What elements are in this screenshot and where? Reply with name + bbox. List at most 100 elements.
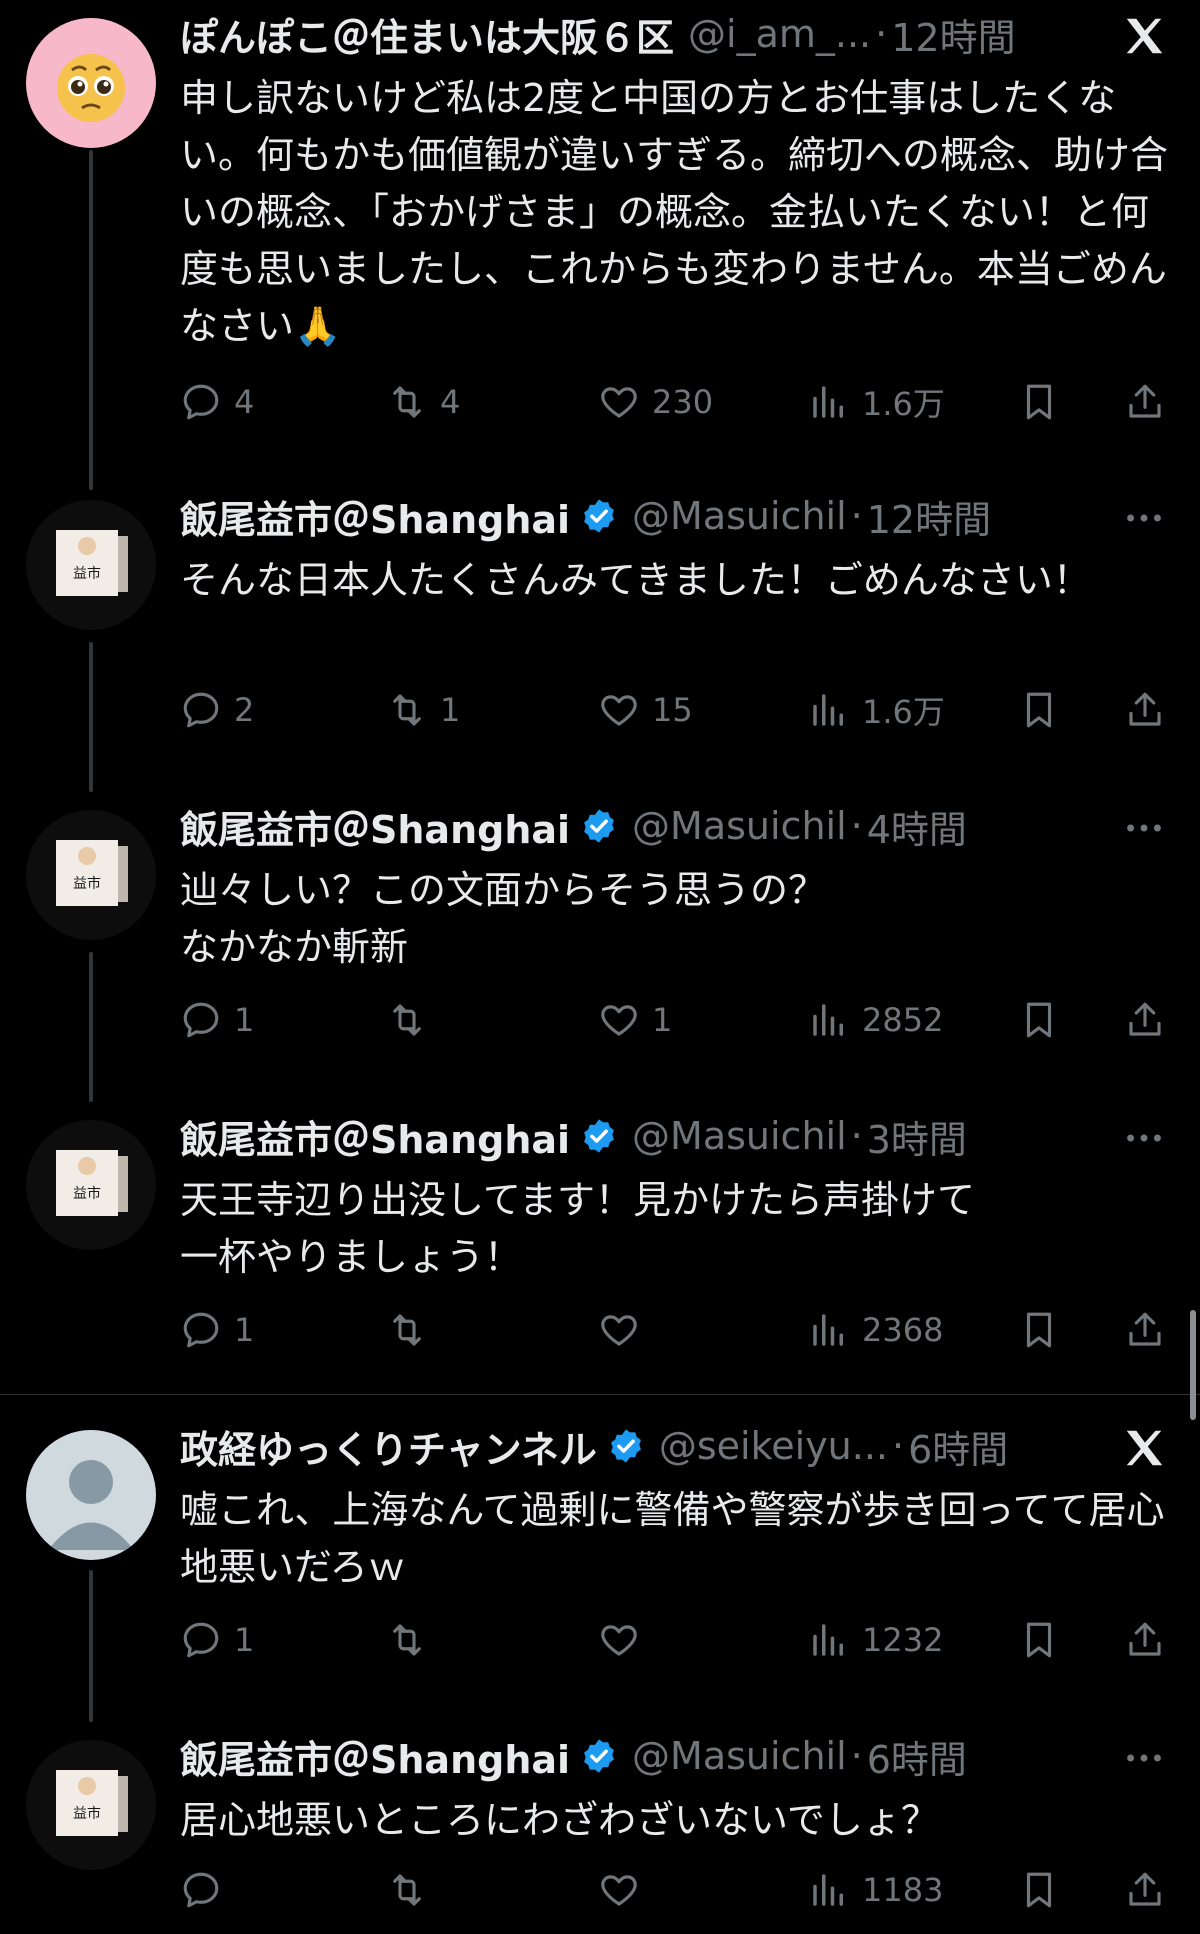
avatar[interactable]: 益市 (26, 500, 156, 630)
timestamp[interactable]: 12時間 (867, 489, 991, 544)
reply-button[interactable]: 1 (180, 1300, 254, 1360)
tweet-text: そんな日本人たくさんみてきました！ごめんなさい！ (180, 558, 1091, 602)
reply-icon (183, 1312, 219, 1348)
retweet-button[interactable] (386, 1860, 440, 1920)
bookmark-button[interactable] (1018, 990, 1060, 1050)
like-button[interactable]: 230 (598, 372, 713, 432)
more-icon[interactable] (1116, 490, 1172, 546)
retweet-icon (393, 1314, 421, 1346)
author-name[interactable]: ぽんぽこ＠住まいは大阪６区 (180, 7, 674, 62)
views-button[interactable]: 1.6万 (808, 372, 945, 432)
bookmark-icon (1026, 1622, 1052, 1658)
views-button[interactable]: 1232 (808, 1610, 943, 1670)
tweet-text: 申し訳ないけど私は2度と中国の方とお仕事はしたくない。何もかも価値観が違いすぎる… (180, 76, 1169, 348)
more-icon[interactable] (1116, 800, 1172, 856)
author-handle[interactable]: @Masuichil (632, 804, 847, 848)
views-icon (813, 1314, 843, 1346)
like-button[interactable]: 15 (598, 680, 693, 740)
share-button[interactable] (1124, 372, 1166, 432)
tweet-6[interactable]: 益市 飯尾益市＠Shanghai @Masuichil · 6時間 居心地悪いと… (0, 1722, 1200, 1934)
views-button[interactable]: 1183 (808, 1860, 943, 1920)
like-button[interactable]: 1 (598, 990, 672, 1050)
sign-label: 益市 (73, 565, 101, 582)
separator-dot: · (850, 494, 863, 538)
x-logo-icon[interactable] (1116, 8, 1172, 64)
retweet-button[interactable]: 4 (386, 372, 460, 432)
avatar[interactable] (26, 1430, 156, 1560)
retweet-button[interactable] (386, 1610, 440, 1670)
views-button[interactable]: 2852 (808, 990, 943, 1050)
timestamp[interactable]: 12時間 (891, 7, 1015, 62)
retweet-count: 1 (440, 691, 461, 729)
retweet-icon (393, 1624, 421, 1656)
reply-button[interactable] (180, 1860, 234, 1920)
avatar[interactable]: 益市 (26, 1120, 156, 1250)
reply-button[interactable]: 1 (180, 990, 254, 1050)
tweet-3[interactable]: 益市 飯尾益市＠Shanghai @Masuichil · 4時間 辿々しい？こ… (0, 792, 1200, 1102)
author-handle[interactable]: @Masuichil (632, 1734, 847, 1778)
author-name[interactable]: 政経ゆっくりチャンネル (180, 1419, 597, 1474)
heart-icon (601, 387, 637, 418)
avatar[interactable] (26, 18, 156, 148)
author-name[interactable]: 飯尾益市＠Shanghai (180, 489, 570, 544)
tweet-4[interactable]: 益市 飯尾益市＠Shanghai @Masuichil · 3時間 天王寺辺り出… (0, 1102, 1200, 1392)
author-handle[interactable]: @seikeiyu... (659, 1424, 888, 1468)
more-icon[interactable] (1116, 1110, 1172, 1166)
scrollbar[interactable] (1190, 1310, 1196, 1420)
reply-count: 1 (234, 1001, 255, 1039)
share-button[interactable] (1124, 1610, 1166, 1670)
heart-icon (601, 695, 637, 726)
verified-badge-icon (584, 499, 614, 533)
separator-dot: · (850, 804, 863, 848)
author-name[interactable]: 飯尾益市＠Shanghai (180, 1109, 570, 1164)
separator-dot: · (875, 12, 888, 56)
author-handle[interactable]: @Masuichil (632, 1114, 847, 1158)
tweet-5[interactable]: 政経ゆっくりチャンネル @seikeiyu... · 6時間 嘘これ、上海なんて… (0, 1412, 1200, 1722)
author-name[interactable]: 飯尾益市＠Shanghai (180, 799, 570, 854)
timestamp[interactable]: 6時間 (908, 1419, 1008, 1474)
author-name[interactable]: 飯尾益市＠Shanghai (180, 1729, 570, 1784)
avatar[interactable]: 益市 (26, 810, 156, 940)
thread-divider (0, 1394, 1200, 1395)
like-button[interactable] (598, 1300, 652, 1360)
author-handle[interactable]: @Masuichil (632, 494, 847, 538)
avatar[interactable]: 益市 (26, 1740, 156, 1870)
timestamp[interactable]: 6時間 (867, 1729, 967, 1784)
tweet-2[interactable]: 益市 飯尾益市＠Shanghai @Masuichil · 12時間 そんな日本… (0, 482, 1200, 792)
heart-icon (601, 1875, 637, 1906)
author-handle[interactable]: @i_am_... (688, 12, 871, 56)
share-button[interactable] (1124, 990, 1166, 1050)
reply-button[interactable]: 1 (180, 1610, 254, 1670)
views-icon (813, 1874, 843, 1906)
separator-dot: · (892, 1424, 905, 1468)
share-button[interactable] (1124, 1300, 1166, 1360)
reply-button[interactable]: 4 (180, 372, 254, 432)
timestamp[interactable]: 4時間 (867, 799, 967, 854)
like-button[interactable] (598, 1610, 652, 1670)
reply-button[interactable]: 2 (180, 680, 254, 740)
like-button[interactable] (598, 1860, 652, 1920)
views-button[interactable]: 1.6万 (808, 680, 945, 740)
x-logo-icon[interactable] (1116, 1420, 1172, 1476)
bookmark-button[interactable] (1018, 1610, 1060, 1670)
tweet-1[interactable]: ぽんぽこ＠住まいは大阪６区 @i_am_... · 12時間 申し訳ないけど私は… (0, 0, 1200, 490)
bookmark-button[interactable] (1018, 372, 1060, 432)
heart-icon (601, 1625, 637, 1656)
verified-badge-icon (584, 1119, 614, 1153)
share-button[interactable] (1124, 680, 1166, 740)
bookmark-icon (1026, 692, 1052, 728)
retweet-button[interactable]: 1 (386, 680, 460, 740)
retweet-button[interactable] (386, 1300, 440, 1360)
reply-count: 2 (234, 691, 255, 729)
more-icon[interactable] (1116, 1730, 1172, 1786)
bookmark-button[interactable] (1018, 680, 1060, 740)
bookmark-icon (1026, 1872, 1052, 1908)
sign-box-icon: 益市 (56, 1150, 128, 1216)
bookmark-button[interactable] (1018, 1860, 1060, 1920)
timestamp[interactable]: 3時間 (867, 1109, 967, 1164)
retweet-button[interactable] (386, 990, 440, 1050)
bookmark-button[interactable] (1018, 1300, 1060, 1360)
verified-badge-icon (610, 1429, 641, 1463)
share-button[interactable] (1124, 1860, 1166, 1920)
views-button[interactable]: 2368 (808, 1300, 943, 1360)
